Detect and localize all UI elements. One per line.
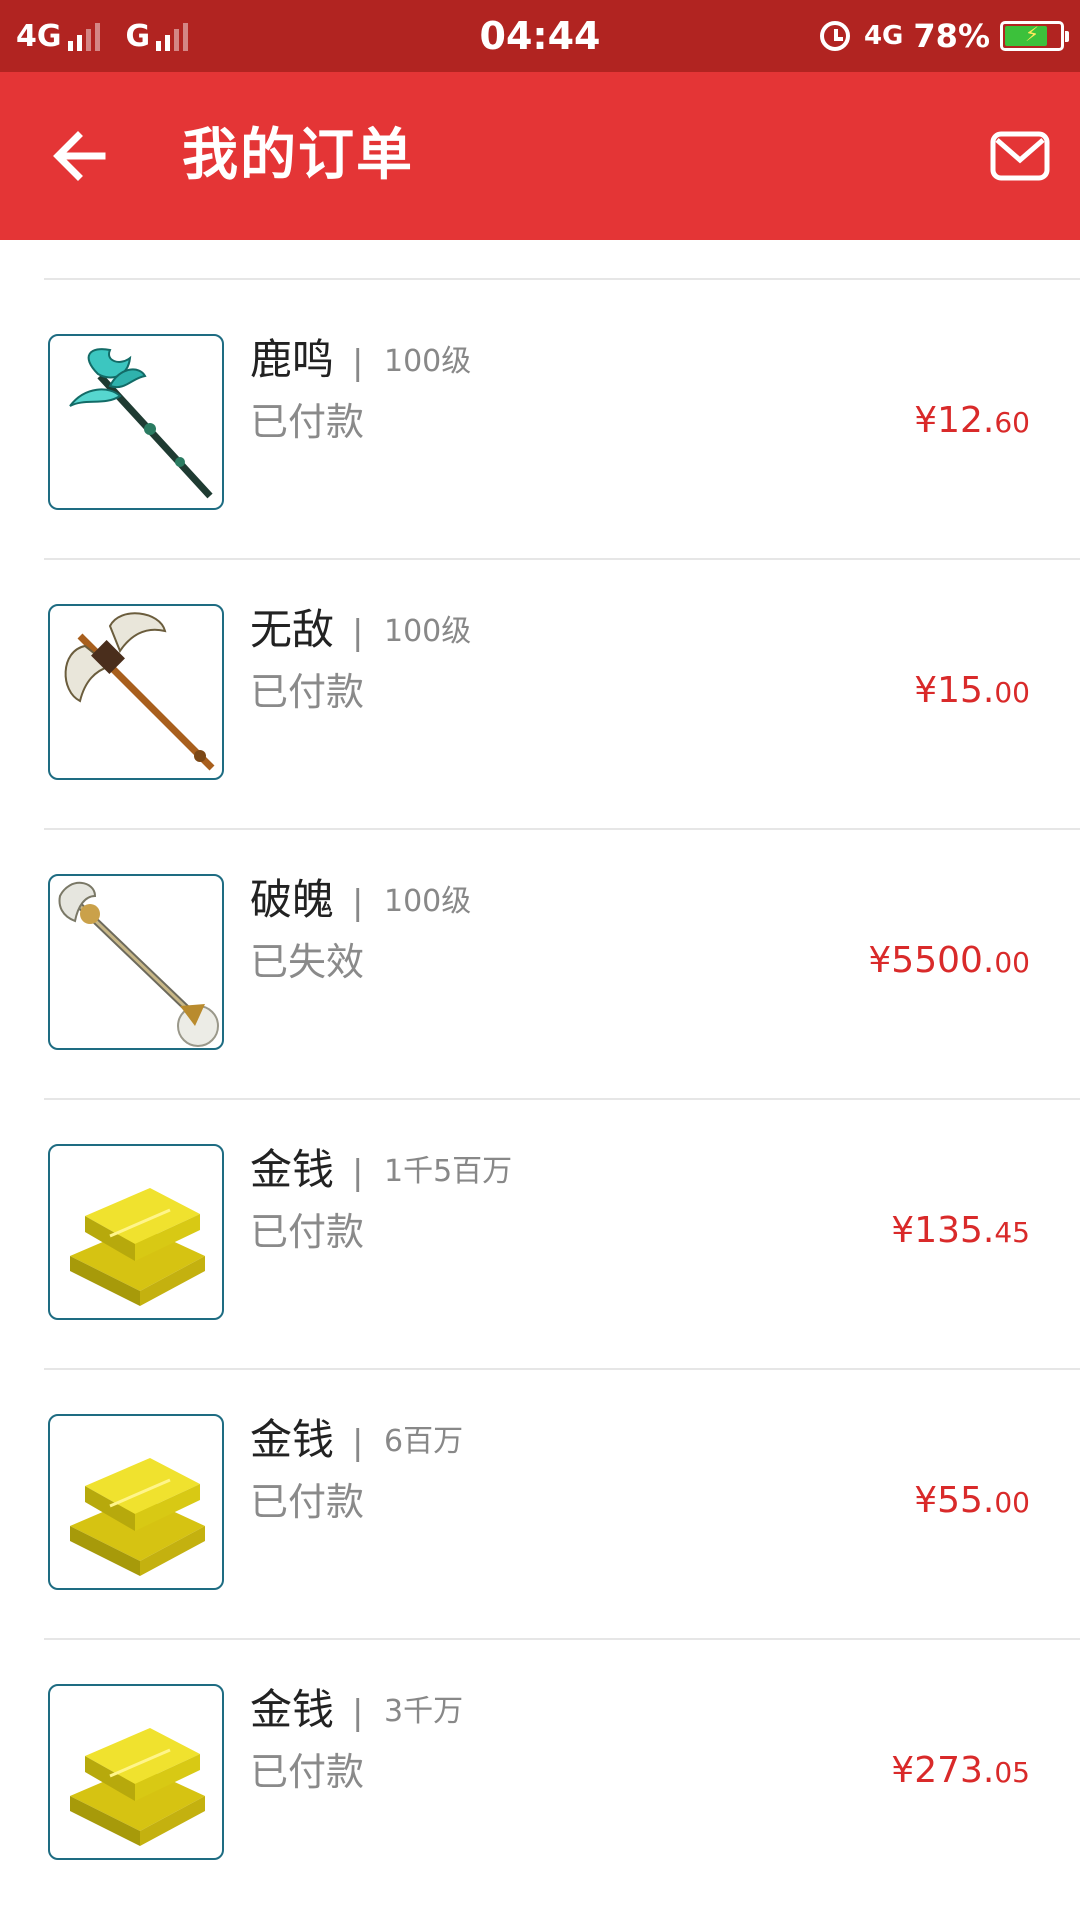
item-thumbnail: [48, 604, 224, 780]
messages-button[interactable]: [988, 124, 1052, 188]
price-cents: 45: [994, 1216, 1030, 1249]
order-item[interactable]: 破魄 | 100级 已失效 ¥5500.00: [0, 830, 1080, 1100]
price-main: ¥273.: [891, 1750, 995, 1791]
separator: |: [352, 343, 364, 383]
order-status: 已付款: [250, 1480, 365, 1524]
price-main: ¥15.: [914, 670, 995, 711]
system-indicators: 4G 78% ⚡: [819, 0, 1069, 72]
order-price: ¥55.00: [914, 1476, 1030, 1532]
price-cents: 00: [994, 676, 1030, 709]
separator: |: [352, 1153, 364, 1193]
order-price: ¥12.60: [914, 396, 1030, 452]
mail-icon: [990, 131, 1050, 181]
item-detail: 100级: [384, 884, 472, 919]
item-detail: 3千万: [384, 1694, 464, 1729]
price-cents: 05: [994, 1756, 1030, 1789]
item-thumbnail: [48, 334, 224, 510]
alarm-icon: [819, 21, 850, 51]
gold-bars-icon: [70, 1728, 205, 1846]
price-cents: 00: [994, 1486, 1030, 1519]
order-item[interactable]: 金钱 | 3千万 已付款 ¥273.05: [0, 1640, 1080, 1910]
order-item[interactable]: 无敌 | 100级 已付款 ¥15.00: [0, 560, 1080, 830]
price-cents: 00: [994, 946, 1030, 979]
battery-percent: 78%: [913, 17, 990, 55]
order-price: ¥5500.00: [868, 936, 1030, 992]
order-price: ¥273.05: [891, 1746, 1030, 1802]
charging-icon: ⚡: [1025, 22, 1040, 46]
item-thumbnail: [48, 1144, 224, 1320]
order-status: 已付款: [250, 670, 365, 714]
order-status: 已付款: [250, 1750, 365, 1794]
separator: |: [352, 613, 364, 653]
gold-bars-icon: [70, 1458, 205, 1576]
item-name: 金钱: [250, 1415, 335, 1464]
status-bar: 4G G 04:44 4G 78% ⚡: [0, 0, 1080, 72]
page-title: 我的订单: [182, 123, 414, 188]
item-thumbnail: [48, 1684, 224, 1860]
item-detail: 100级: [384, 344, 472, 379]
item-detail: 6百万: [384, 1424, 464, 1459]
separator: |: [352, 883, 364, 923]
order-item-partial[interactable]: [0, 240, 1080, 280]
order-status: 已付款: [250, 1210, 365, 1254]
item-name: 鹿鸣: [250, 335, 335, 384]
battle-axe-icon: [64, 612, 215, 771]
price-main: ¥12.: [914, 400, 995, 441]
item-thumbnail: [48, 874, 224, 1050]
item-detail: 100级: [384, 614, 472, 649]
order-list[interactable]: 鹿鸣 | 100级 已付款 ¥12.60 无敌 | 100级 已付款 ¥15.0…: [0, 240, 1080, 1920]
order-status: 已失效: [250, 940, 365, 984]
arrow-left-icon: [53, 131, 106, 181]
item-name: 破魄: [250, 875, 335, 924]
price-main: ¥5500.: [868, 940, 995, 981]
item-name: 无敌: [250, 605, 335, 654]
separator: |: [352, 1693, 364, 1733]
app-bar: 我的订单: [0, 72, 1080, 240]
item-thumbnail: [48, 1414, 224, 1590]
order-price: ¥15.00: [914, 666, 1030, 722]
order-item[interactable]: 金钱 | 1千5百万 已付款 ¥135.45: [0, 1100, 1080, 1370]
order-status: 已付款: [250, 400, 365, 444]
order-item[interactable]: 金钱 | 6百万 已付款 ¥55.00: [0, 1370, 1080, 1640]
double-blade-staff-icon: [58, 881, 219, 1047]
separator: |: [352, 1423, 364, 1463]
divider: [44, 278, 1080, 280]
order-item[interactable]: 鹿鸣 | 100级 已付款 ¥12.60: [0, 290, 1080, 560]
order-price: ¥135.45: [891, 1206, 1030, 1262]
item-detail: 1千5百万: [384, 1154, 513, 1189]
item-name: 金钱: [250, 1145, 335, 1194]
gold-bars-icon: [70, 1188, 205, 1306]
price-main: ¥55.: [914, 1480, 995, 1521]
battery-icon: ⚡: [1000, 21, 1069, 51]
back-button[interactable]: [40, 116, 120, 196]
antler-staff-icon: [69, 348, 213, 499]
network-type-right: 4G: [863, 21, 904, 51]
price-main: ¥135.: [891, 1210, 995, 1251]
item-name: 金钱: [250, 1685, 335, 1734]
price-cents: 60: [994, 406, 1030, 439]
